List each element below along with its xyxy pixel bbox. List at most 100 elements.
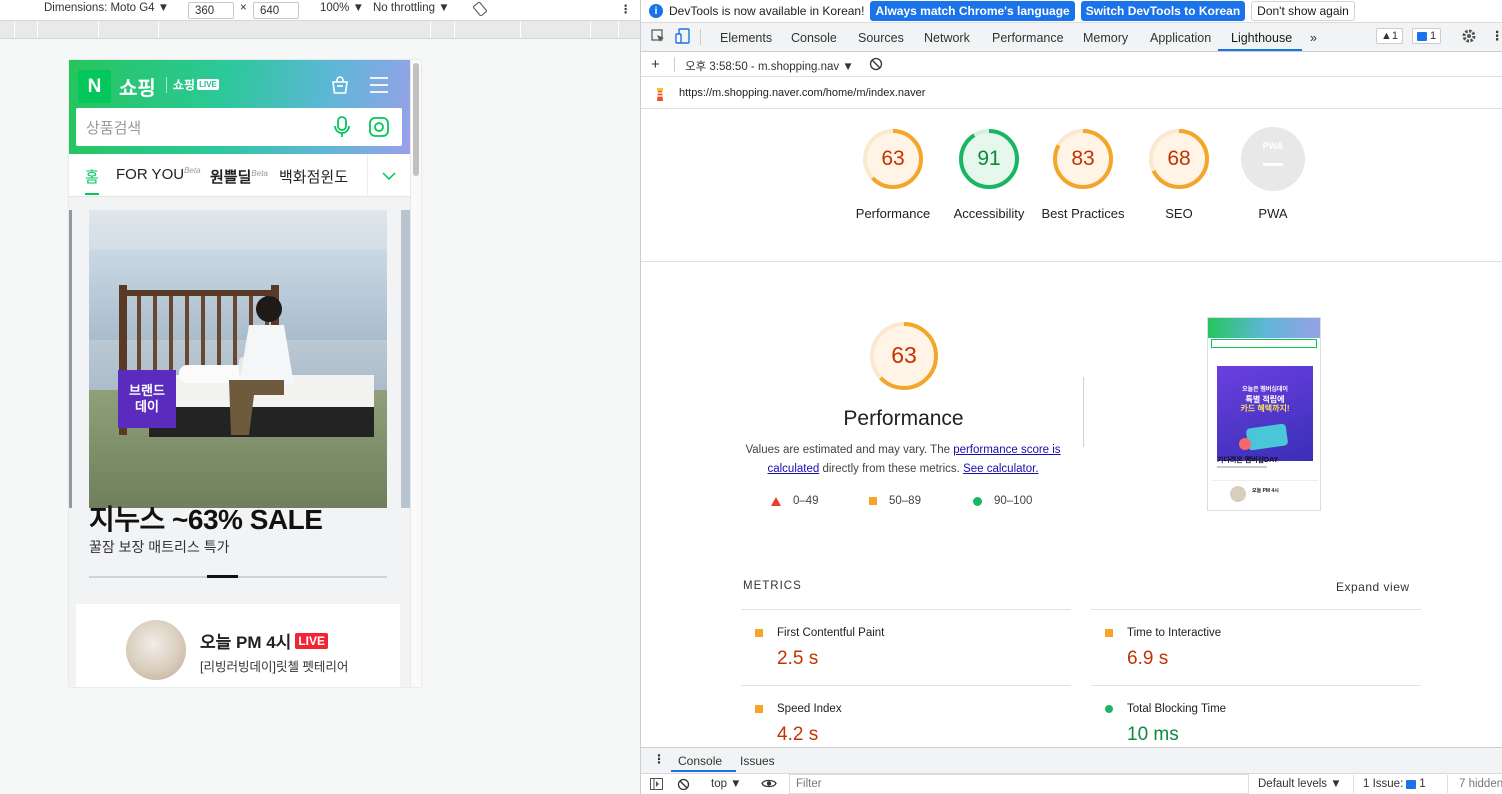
warnings-badge[interactable]: ▲1 [1376,28,1404,44]
banner-title[interactable]: 지누스 ~63% SALE [89,498,323,538]
new-report-icon[interactable]: + [651,56,660,73]
tab-console[interactable]: Console [791,31,837,45]
device-select[interactable]: Dimensions: Moto G4 ▼ [44,2,169,14]
gauge-seo-value: 68 [1167,147,1191,170]
issues-badge[interactable]: 1 [1412,28,1442,44]
cart-icon[interactable] [329,74,351,99]
more-tabs-button[interactable]: » [1310,31,1317,45]
throttling-select[interactable]: No throttling ▼ [373,2,450,14]
shopping-title[interactable]: 쇼핑 [119,72,156,101]
legend-average-range: 50–89 [889,495,921,507]
drawer-menu-icon[interactable]: ⋮ [653,752,665,766]
thumb-tabs [1211,352,1317,360]
tab-one-plus-deal[interactable]: 원쁠딜Beta [210,166,268,187]
tab-network[interactable]: Network [924,31,970,45]
next-banner-peek [401,210,410,508]
legend-average: 50–89 [869,495,921,507]
tab-home[interactable]: 홈 [85,166,99,195]
media-query-ruler[interactable] [0,20,640,39]
console-issues-count: 1 [1419,778,1426,790]
desc-text-2: directly from these metrics. [819,463,964,475]
devtools-menu-icon[interactable]: ⋮ [1491,28,1502,43]
tab-application[interactable]: Application [1150,31,1211,45]
voice-search-icon[interactable] [332,116,352,142]
lens-search-icon[interactable] [368,116,390,142]
report-select[interactable]: 오후 3:58:50 - m.shopping.nav ▼ [685,58,854,74]
tab-lighthouse[interactable]: Lighthouse [1231,31,1292,45]
expand-view-button[interactable]: Expand view [1336,580,1410,594]
tab-elements[interactable]: Elements [720,31,772,45]
see-calculator-link[interactable]: See calculator. [963,463,1038,475]
legend-fail-range: 0–49 [793,495,819,507]
thumb-live: 오늘 PM 4시 [1252,488,1279,494]
gauge-accessibility[interactable]: 91 [957,127,1021,191]
final-screenshot-thumbnail[interactable]: 오늘은 멤버십데이 특별 적립에 카드 혜택까지! 기다려온 멤버십DAY 오늘… [1207,317,1321,511]
metric-fcp-name: First Contentful Paint [777,627,885,639]
zoom-select[interactable]: 100% ▼ [320,2,364,14]
settings-gear-icon[interactable] [1461,28,1477,47]
report-url[interactable]: https://m.shopping.naver.com/home/m/inde… [679,87,925,99]
tab-department-window[interactable]: 백화점윈도 [279,166,348,187]
drawer-active-indicator [671,770,736,772]
tab-for-you[interactable]: FOR YOUBeta [116,166,201,183]
legend-pass-range: 90–100 [994,495,1033,507]
device-toggle-icon[interactable] [675,28,691,47]
menu-icon[interactable] [369,76,389,97]
match-language-button[interactable]: Always match Chrome's language [870,1,1075,21]
context-select[interactable]: top ▼ [711,778,742,790]
issue-message-icon [1406,779,1417,789]
width-input[interactable]: 360 [188,2,234,19]
rotate-icon[interactable] [473,2,487,16]
phone-scrollbar[interactable] [410,60,421,687]
metric-tbt-value: 10 ms [1127,724,1179,745]
console-issues-link[interactable]: 1 Issue: 1 [1363,778,1426,790]
lighthouse-report-bar: + 오후 3:58:50 - m.shopping.nav ▼ [641,52,1502,77]
hidden-messages-count: 7 hidden [1459,778,1502,790]
performance-big-value: 63 [891,342,917,368]
metric-tti-value: 6.9 s [1127,648,1169,669]
switch-korean-button[interactable]: Switch DevTools to Korean [1080,1,1246,21]
naver-logo[interactable]: N [78,70,111,103]
promo-banner-image[interactable]: 브랜드 데이 [89,210,387,508]
more-icon[interactable]: ⋮ [620,2,632,16]
legend-pass: 90–100 [973,495,1032,507]
language-infobar: i DevTools is now available in Korean! A… [641,0,1502,23]
drawer-tab-console[interactable]: Console [678,754,722,768]
tab-memory[interactable]: Memory [1083,31,1128,45]
brand-day-badge: 브랜드 데이 [118,370,176,428]
gauge-accessibility-label: Accessibility [953,206,1025,221]
metric-speed-index-name: Speed Index [777,703,842,715]
tab-sources[interactable]: Sources [858,31,904,45]
live-broadcast-card[interactable]: 오늘 PM 4시 LIVE [리빙러빙데이]릿첼 펫테리어 [76,604,400,687]
console-filter-input[interactable]: Filter [789,774,1249,794]
clear-console-icon[interactable] [677,778,690,794]
drawer-tab-issues[interactable]: Issues [740,754,775,768]
eye-icon[interactable] [761,777,777,793]
dont-show-again-button[interactable]: Don't show again [1251,1,1355,21]
shopping-header: N 쇼핑 쇼핑 LIVE 상품검색 [69,60,410,154]
log-levels-select[interactable]: Default levels ▼ [1258,778,1342,790]
gauge-pwa[interactable]: PWA [1241,127,1305,191]
sidebar-toggle-icon[interactable] [650,778,663,793]
thumb-headline-2: 특별 적립에 [1245,395,1285,404]
gauge-seo[interactable]: 68 [1147,127,1211,191]
live-brand-label: 쇼핑 [173,78,196,92]
tab-performance[interactable]: Performance [992,31,1064,45]
metric-tti: Time to Interactive 6.9 s [1091,609,1421,685]
active-tab-indicator [1218,49,1302,51]
live-card-subtitle: [리빙러빙데이]릿첼 펫테리어 [200,660,349,674]
inspect-element-icon[interactable] [651,29,665,46]
height-input[interactable]: 640 [253,2,299,19]
gauge-best-practices[interactable]: 83 [1051,127,1115,191]
clear-reports-icon[interactable] [869,57,883,74]
issues-badge-count: 1 [1430,30,1437,42]
category-tabs: 홈 FOR YOUBeta 원쁠딜Beta 백화점윈도 [69,154,410,197]
times-label: × [240,2,247,14]
gauge-accessibility-value: 91 [977,147,1001,170]
shopping-live-link[interactable]: 쇼핑 LIVE [173,76,219,93]
tabs-expand-button[interactable] [367,154,410,196]
search-input[interactable]: 상품검색 [76,108,402,146]
thumb-banner: 오늘은 멤버십데이 특별 적립에 카드 혜택까지! [1217,366,1313,461]
score-gauges: 63 Performance 91 Accessibility 83 Best … [641,109,1502,262]
gauge-performance[interactable]: 63 [861,127,925,191]
